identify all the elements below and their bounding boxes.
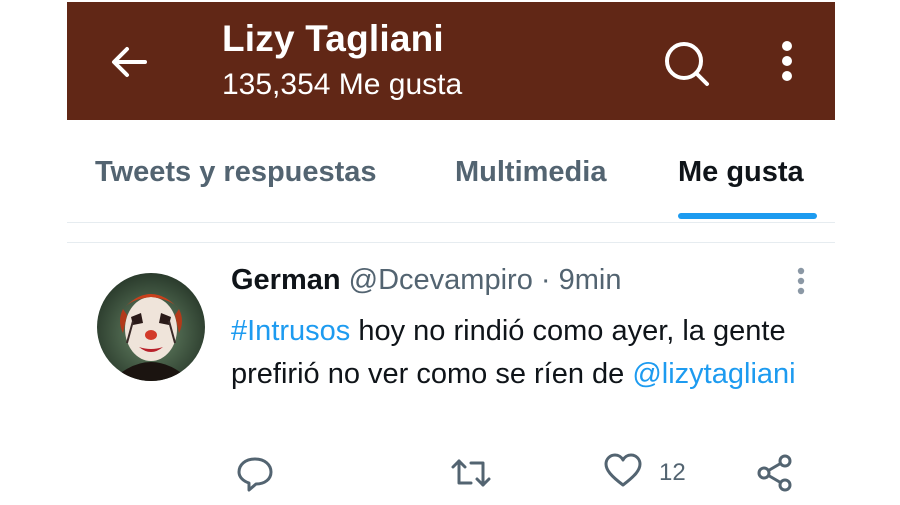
tweet-top-divider [67, 242, 835, 243]
tweet-header: German @Dcevampiro · 9min [231, 264, 621, 297]
retweet-icon[interactable] [449, 450, 493, 496]
tab-multimedia[interactable]: Multimedia [455, 156, 606, 189]
reply-icon[interactable] [235, 450, 275, 496]
tabs-divider [67, 222, 835, 223]
tweet-text: #Intrusos hoy no rindió como ayer, la ge… [231, 310, 821, 396]
heart-icon [603, 451, 643, 496]
profile-tabs: Tweets y respuestas Multimedia Me gusta [67, 120, 835, 224]
tab-me-gusta[interactable]: Me gusta [678, 156, 804, 189]
tweet-time[interactable]: 9min [559, 264, 622, 296]
share-icon[interactable] [755, 450, 795, 496]
avatar[interactable] [97, 273, 205, 381]
more-options-icon[interactable] [789, 266, 813, 298]
header-separator: · [540, 264, 551, 296]
tab-tweets-y-respuestas[interactable]: Tweets y respuestas [95, 156, 377, 189]
profile-header: Lizy Tagliani 135,354 Me gusta [67, 2, 835, 120]
hashtag-link[interactable]: #Intrusos [231, 315, 350, 347]
likes-count-subtitle: 135,354 Me gusta [222, 68, 463, 101]
search-icon[interactable] [661, 38, 713, 90]
profile-name-title: Lizy Tagliani [222, 18, 444, 59]
author-name[interactable]: German [231, 264, 341, 296]
like-action[interactable]: 12 [603, 450, 686, 496]
like-count: 12 [659, 459, 686, 486]
author-handle[interactable]: @Dcevampiro [349, 264, 533, 296]
tweet-card[interactable]: German @Dcevampiro · 9min #Intrusos hoy … [67, 246, 835, 505]
back-arrow-icon[interactable] [105, 38, 153, 86]
more-vertical-icon[interactable] [769, 38, 805, 88]
tweet-actions: 12 [227, 450, 827, 500]
mention-link[interactable]: @lizytagliani [632, 358, 795, 390]
active-tab-indicator [678, 213, 817, 219]
